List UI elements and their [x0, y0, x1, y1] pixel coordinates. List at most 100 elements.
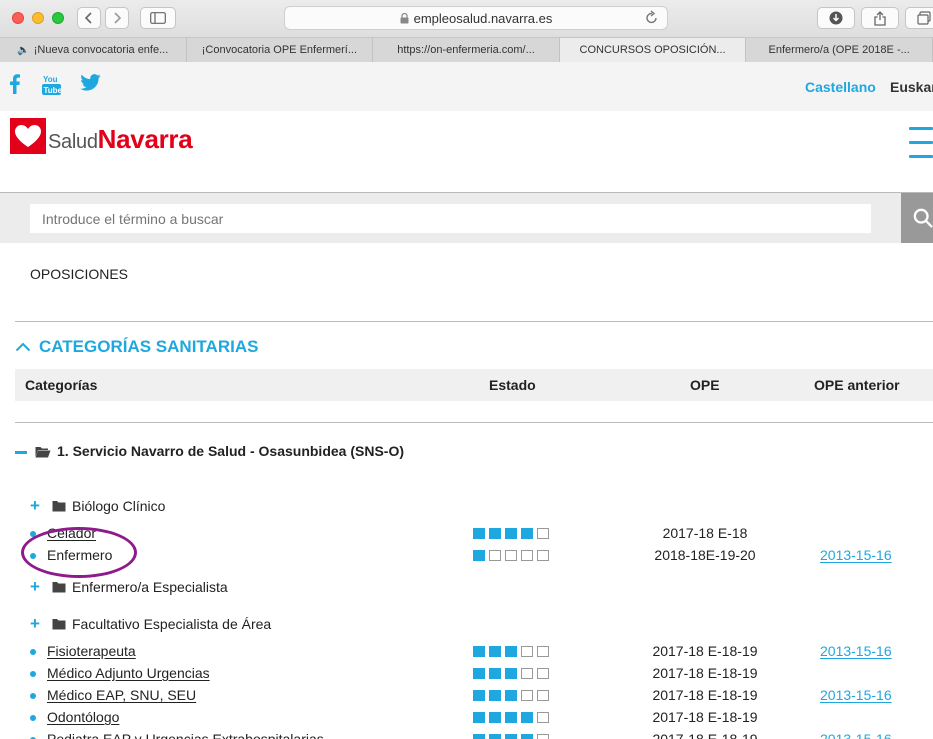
ope-value: 2017-18 E-18-19 — [652, 687, 758, 703]
url-text: empleosalud.navarra.es — [413, 10, 553, 26]
downloads-button[interactable] — [817, 7, 855, 29]
category-link[interactable]: Pediatra EAP y Urgencias Extrahospitalar… — [47, 731, 324, 739]
sidebar-icon — [150, 12, 166, 24]
column-header-ope-anterior: OPE anterior — [814, 377, 900, 393]
site-logo[interactable]: SaludNavarra — [48, 124, 193, 155]
zoom-window-button[interactable] — [52, 12, 64, 24]
tabs-overview-button[interactable] — [905, 7, 933, 29]
forward-button[interactable] — [105, 7, 129, 29]
search-button[interactable] — [901, 193, 933, 243]
ope-anterior-link[interactable]: 2013-15-16 — [820, 547, 892, 563]
section-header-categorias-sanitarias[interactable]: CATEGORÍAS SANITARIAS — [15, 337, 258, 357]
ope-anterior-link[interactable]: 2013-15-16 — [820, 643, 892, 659]
estado-progress — [473, 668, 553, 679]
tab-label: Enfermero/a (OPE 2018E -... — [768, 44, 910, 56]
tab-enfermero-ope[interactable]: Enfermero/a (OPE 2018E -... — [746, 38, 933, 62]
estado-square-empty — [505, 550, 517, 561]
tab-label: ¡Nueva convocatoria enfe... — [33, 44, 169, 56]
estado-square-filled — [473, 712, 485, 723]
estado-square-filled — [505, 712, 517, 723]
ope-value: 2017-18 E-18-19 — [652, 709, 758, 725]
ope-value: 2017-18 E-18 — [662, 525, 748, 541]
download-icon — [829, 11, 843, 25]
browser-chrome: empleosalud.navarra.es 🔈 ¡Nueva convocat… — [0, 0, 933, 62]
tab-concursos-oposicion[interactable]: CONCURSOS OPOSICIÓN... — [559, 38, 747, 62]
estado-square-filled — [473, 690, 485, 701]
minimize-window-button[interactable] — [32, 12, 44, 24]
estado-square-filled — [521, 528, 533, 539]
tab-label: CONCURSOS OPOSICIÓN... — [579, 44, 726, 56]
heart-logo-icon[interactable] — [10, 118, 46, 154]
ope-value: 2018-18E-19-20 — [654, 547, 756, 563]
expand-plus-icon[interactable]: + — [30, 615, 46, 632]
site-topbar: You Tube Castellano Euskar — [0, 62, 933, 111]
tab-nueva-convocatoria[interactable]: 🔈 ¡Nueva convocatoria enfe... — [0, 38, 187, 62]
tab-convocatoria-ope[interactable]: ¡Convocatoria OPE Enfermerí... — [187, 38, 374, 62]
reload-icon[interactable] — [645, 10, 659, 26]
tab-on-enfermeria[interactable]: https://on-enfermeria.com/... — [373, 38, 560, 62]
estado-square-filled — [473, 734, 485, 739]
folder-row-enfermero-especialista[interactable]: + Enfermero/a Especialista — [30, 578, 228, 595]
estado-square-filled — [505, 646, 517, 657]
tab-bar: 🔈 ¡Nueva convocatoria enfe... ¡Convocato… — [0, 37, 933, 62]
tab-label: ¡Convocatoria OPE Enfermerí... — [201, 44, 358, 56]
sidebar-toggle-button[interactable] — [140, 7, 176, 29]
lang-euskara-link[interactable]: Euskar — [890, 79, 933, 95]
group-sns-o[interactable]: 1. Servicio Navarro de Salud - Osasunbid… — [15, 440, 415, 462]
table-row-pediatra-eap: Pediatra EAP y Urgencias Extrahospitalar… — [30, 731, 933, 739]
bullet-icon — [30, 649, 36, 655]
search-icon — [913, 208, 933, 228]
logo-navarra-text: Navarra — [97, 124, 193, 154]
share-button[interactable] — [861, 7, 899, 29]
category-link[interactable]: Médico Adjunto Urgencias — [47, 665, 210, 681]
category-link[interactable]: Odontólogo — [47, 709, 119, 725]
lang-castellano-link[interactable]: Castellano — [805, 79, 876, 95]
folder-label: Facultativo Especialista de Área — [72, 616, 272, 632]
estado-square-filled — [505, 528, 517, 539]
estado-square-filled — [489, 690, 501, 701]
category-link[interactable]: Médico EAP, SNU, SEU — [47, 687, 196, 703]
column-header-estado: Estado — [489, 377, 536, 393]
lock-icon — [400, 12, 409, 23]
ope-anterior-link[interactable]: 2013-15-16 — [820, 687, 892, 703]
estado-square-empty — [489, 550, 501, 561]
table-row-celador: Celador 2017-18 E-18 — [30, 525, 933, 545]
close-window-button[interactable] — [12, 12, 24, 24]
bullet-icon — [30, 715, 36, 721]
expand-plus-icon[interactable]: + — [30, 497, 46, 514]
expand-plus-icon[interactable]: + — [30, 578, 46, 595]
bullet-icon — [30, 693, 36, 699]
facebook-icon[interactable] — [10, 74, 20, 94]
estado-square-filled — [521, 712, 533, 723]
category-link[interactable]: Fisioterapeuta — [47, 643, 136, 659]
back-button[interactable] — [77, 7, 101, 29]
collapse-minus-icon[interactable] — [15, 450, 27, 454]
estado-square-filled — [473, 550, 485, 561]
search-input[interactable] — [30, 204, 871, 233]
estado-progress — [473, 690, 553, 701]
search-band — [0, 193, 933, 243]
youtube-icon[interactable]: You Tube — [42, 74, 61, 96]
section-title: CATEGORÍAS SANITARIAS — [39, 337, 259, 356]
estado-square-empty — [537, 550, 549, 561]
breadcrumb[interactable]: OPOSICIONES — [30, 266, 128, 282]
estado-square-filled — [473, 646, 485, 657]
table-row-enfermero: Enfermero 2018-18E-19-20 2013-15-16 — [30, 547, 933, 567]
table-header: Categorías Estado OPE OPE anterior — [15, 369, 933, 401]
tabs-icon — [917, 11, 931, 25]
folder-row-biologo-clinico[interactable]: + Biólogo Clínico — [30, 497, 165, 514]
twitter-icon[interactable] — [80, 74, 101, 91]
group-title: 1. Servicio Navarro de Salud - Osasunbid… — [57, 443, 404, 459]
ope-anterior-link[interactable]: 2013-15-16 — [820, 731, 892, 739]
estado-square-filled — [489, 528, 501, 539]
estado-square-empty — [521, 550, 533, 561]
divider — [15, 422, 933, 423]
column-header-categorias: Categorías — [25, 377, 98, 393]
table-row-odontologo: Odontólogo 2017-18 E-18-19 — [30, 709, 933, 729]
estado-square-filled — [521, 734, 533, 739]
folder-row-facultativo-especialista[interactable]: + Facultativo Especialista de Área — [30, 615, 272, 632]
address-bar[interactable]: empleosalud.navarra.es — [284, 6, 668, 30]
speaker-muted-icon[interactable]: 🔈 — [17, 45, 29, 56]
hamburger-menu-icon[interactable] — [909, 127, 933, 169]
estado-square-filled — [489, 668, 501, 679]
